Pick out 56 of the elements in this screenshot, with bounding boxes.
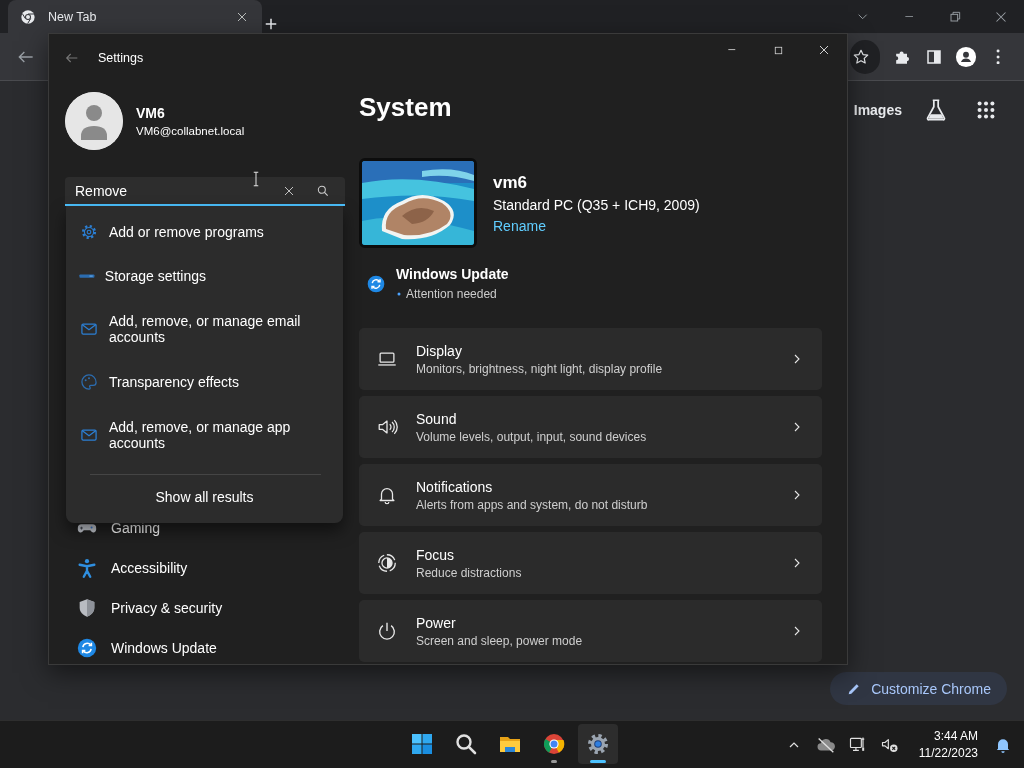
settings-card[interactable]: Sound Volume levels, output, input, sound devices bbox=[359, 396, 822, 458]
update-icon bbox=[366, 273, 386, 294]
settings-card[interactable]: Power Screen and sleep, power mode bbox=[359, 600, 822, 662]
search-result[interactable]: Add, remove, or manage email accounts bbox=[66, 298, 343, 360]
focus-icon bbox=[376, 552, 398, 574]
search-result[interactable]: Add, remove, or manage app accounts bbox=[66, 404, 343, 466]
user-email: VM6@collabnet.local bbox=[136, 125, 245, 137]
settings-card[interactable]: Focus Reduce distractions bbox=[359, 532, 822, 594]
update-icon bbox=[76, 637, 98, 659]
search-result[interactable]: Transparency effects bbox=[66, 360, 343, 404]
images-link[interactable]: Images bbox=[853, 102, 902, 118]
side-panel-icon bbox=[925, 47, 943, 66]
update-title: Windows Update bbox=[396, 266, 509, 282]
avatar-icon bbox=[65, 92, 123, 150]
profile-icon bbox=[955, 45, 977, 68]
accessibility-icon bbox=[76, 557, 98, 579]
browser-logo-icon bbox=[542, 732, 566, 756]
clock-date: 11/22/2023 bbox=[918, 744, 978, 762]
minimize-icon bbox=[904, 15, 914, 18]
nav-item[interactable]: Privacy & security bbox=[65, 588, 345, 628]
search-icon bbox=[316, 183, 330, 198]
chevron-down-icon bbox=[858, 13, 868, 20]
clock-time: 3:44 AM bbox=[932, 727, 978, 745]
address-bar[interactable] bbox=[850, 39, 880, 74]
search-field[interactable]: Remove bbox=[75, 182, 269, 199]
storage-icon bbox=[79, 273, 95, 279]
nav-item[interactable]: Windows Update bbox=[65, 628, 345, 664]
settings-card[interactable]: Display Monitors, brightness, night light, display profile bbox=[359, 328, 822, 390]
device-model: Standard PC (Q35 + ICH9, 2009) bbox=[493, 196, 700, 213]
palette-icon bbox=[79, 372, 99, 392]
gear-icon bbox=[79, 222, 99, 242]
apps-grid-icon bbox=[975, 99, 997, 121]
nav-item[interactable]: Accessibility bbox=[65, 548, 345, 588]
search-bar[interactable]: Remove bbox=[65, 177, 345, 206]
browser-logo-icon bbox=[20, 8, 36, 25]
settings-card[interactable]: Notifications Alerts from apps and system, do not disturb bbox=[359, 464, 822, 526]
device-name: vm6 bbox=[493, 172, 529, 193]
customize-button[interactable]: Customize Chrome bbox=[830, 672, 1007, 705]
page-title: System bbox=[359, 92, 453, 124]
search-result[interactable]: Add or remove programs bbox=[66, 210, 343, 254]
minimize-icon bbox=[728, 49, 736, 51]
start-icon bbox=[410, 732, 434, 756]
more-menu-icon bbox=[995, 48, 1001, 65]
gear-icon bbox=[586, 732, 610, 756]
user-name: VM6 bbox=[136, 105, 166, 121]
star-icon bbox=[852, 47, 870, 66]
rename-link[interactable]: Rename bbox=[493, 217, 546, 234]
search-result[interactable]: Storage settings bbox=[66, 254, 343, 298]
browser-tab[interactable]: New Tab bbox=[8, 0, 262, 33]
settings-app-button[interactable] bbox=[578, 724, 618, 764]
status-dot-icon bbox=[396, 291, 402, 297]
update-status: Attention needed bbox=[406, 287, 497, 301]
search-icon bbox=[454, 732, 478, 756]
power-icon bbox=[376, 620, 398, 642]
window-title: Settings bbox=[98, 51, 144, 65]
show-all-button[interactable]: Show all results bbox=[147, 485, 262, 509]
